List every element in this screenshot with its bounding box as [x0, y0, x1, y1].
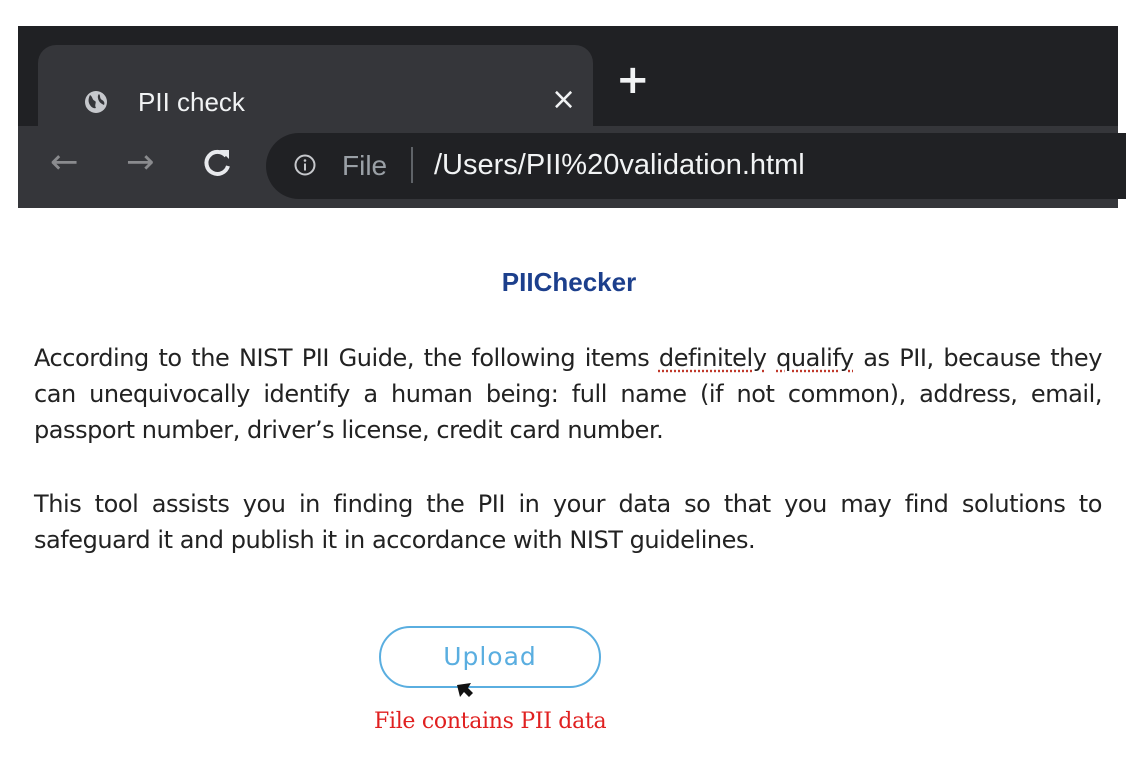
intro-paragraph: According to the NIST PII Guide, the fol…: [34, 340, 1102, 448]
status-message: File contains PII data: [374, 709, 607, 734]
back-arrow-icon[interactable]: ←: [50, 142, 79, 182]
info-icon[interactable]: [294, 154, 316, 176]
browser-chrome: PII check × + ← → File /Users/PII%20vali…: [18, 26, 1126, 208]
address-divider: [411, 147, 413, 183]
upload-button[interactable]: Upload: [379, 626, 601, 688]
intro-text-start: According to the NIST PII Guide, the fol…: [34, 344, 659, 372]
mouse-cursor-icon: [457, 683, 473, 697]
reload-icon[interactable]: [200, 142, 234, 185]
address-bar[interactable]: File /Users/PII%20validation.html: [266, 133, 1126, 199]
url-text[interactable]: /Users/PII%20validation.html: [434, 148, 805, 182]
spellcheck-word-definitely: definitely: [658, 344, 767, 372]
new-tab-icon[interactable]: +: [616, 60, 650, 100]
spellcheck-word-qualify: qualify: [776, 344, 854, 372]
intro-text-space: [766, 344, 776, 372]
description-paragraph: This tool assists you in finding the PII…: [34, 490, 1102, 554]
browser-tab[interactable]: PII check ×: [38, 45, 593, 126]
tab-title[interactable]: PII check: [138, 87, 245, 117]
tab-close-icon[interactable]: ×: [551, 85, 576, 115]
globe-icon: [85, 91, 107, 113]
page-title: PIIChecker: [501, 267, 637, 297]
url-scheme-label: File: [342, 150, 388, 181]
forward-arrow-icon[interactable]: →: [126, 142, 155, 182]
reload-arrow-icon: [204, 149, 230, 176]
browser-toolbar: ← → File /Users/PII%20validation.html: [18, 126, 1126, 208]
